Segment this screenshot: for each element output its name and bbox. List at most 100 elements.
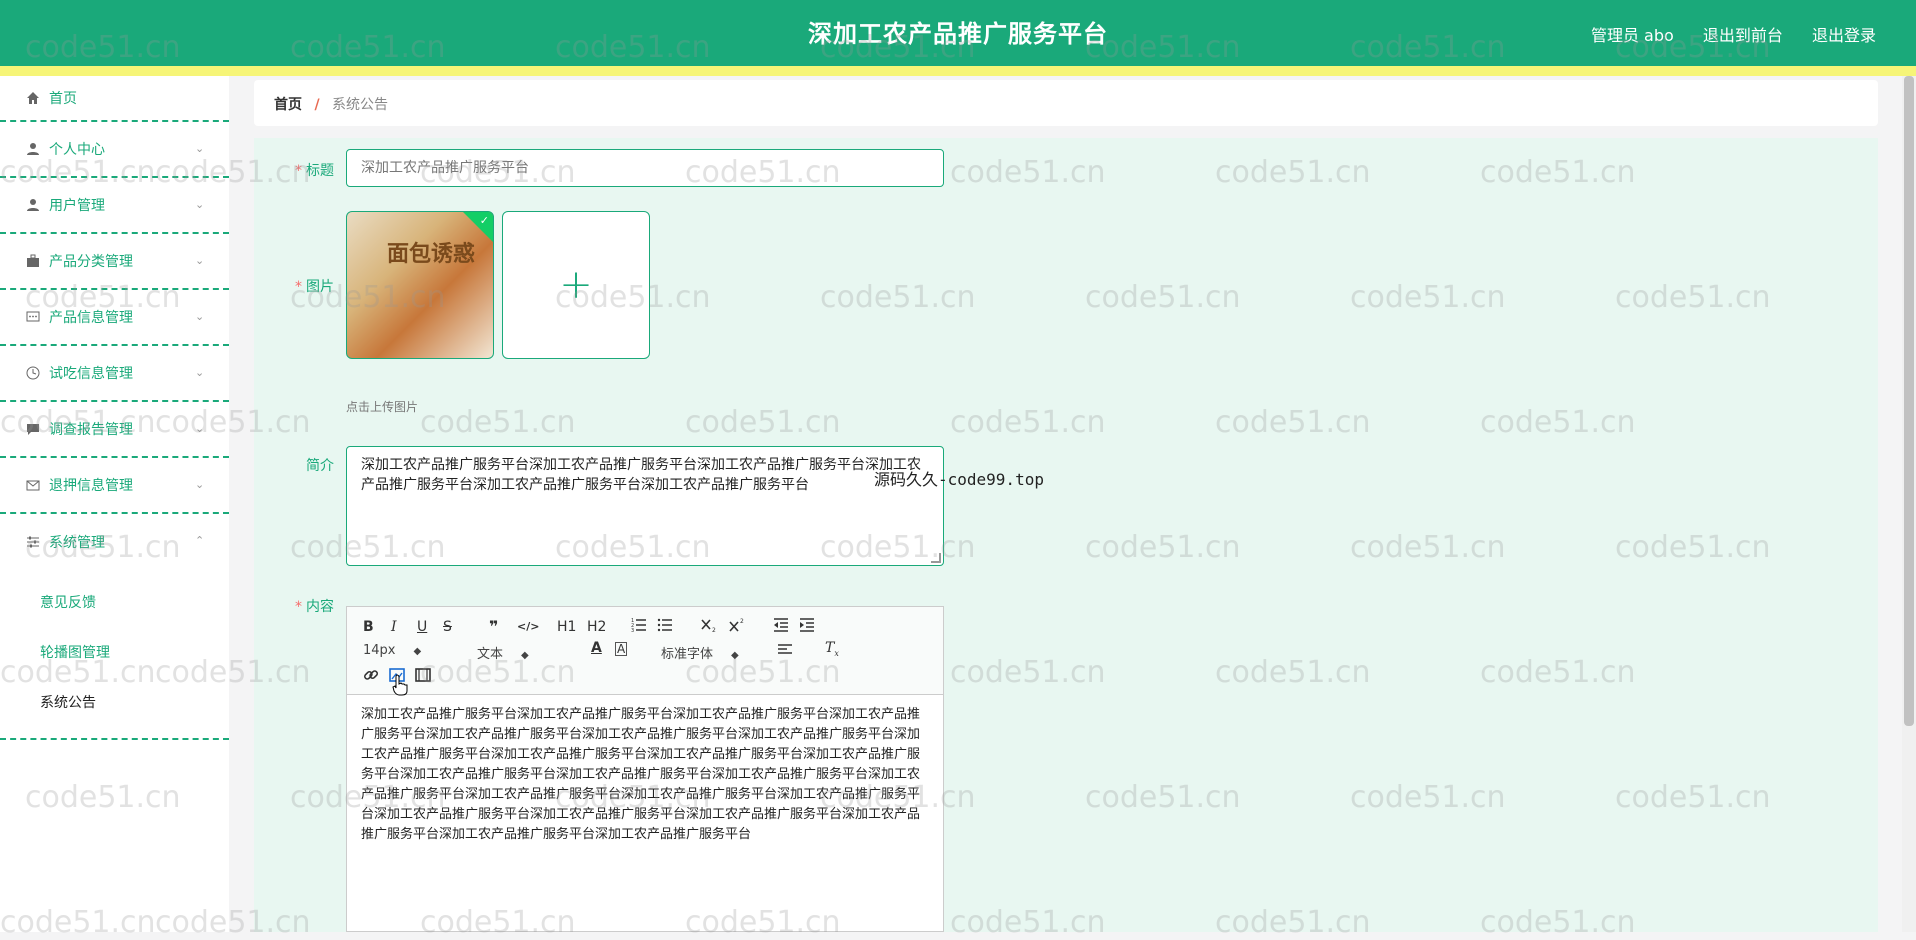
chevron-up-icon: ⌃: [195, 534, 205, 547]
intro-textarea[interactable]: 深加工农产品推广服务平台深加工农产品推广服务平台深加工农产品推广服务平台深加工农…: [346, 446, 944, 566]
sidebar-item-home[interactable]: 首页: [0, 76, 229, 122]
image-label: * 图片: [295, 279, 334, 295]
blockquote-button[interactable]: ❞: [489, 617, 498, 636]
sidebar-item-profile[interactable]: 个人中心 ⌄: [0, 122, 229, 178]
breadcrumb-home[interactable]: 首页: [274, 97, 302, 113]
rich-text-editor[interactable]: B I U S ❞ </> H1 H2 123 2 2 14px ◆ 文本 ◆ A …: [346, 606, 944, 932]
top-header: 深加工农产品推广服务平台 管理员 abo 退出到前台 退出登录: [0, 0, 1916, 66]
sidebar-subitem-feedback[interactable]: 意见反馈: [0, 578, 229, 628]
select-arrow-icon: ◆: [413, 646, 422, 657]
title-input[interactable]: 深加工农产品推广服务平台: [346, 149, 944, 187]
sidebar-item-product-info[interactable]: 产品信息管理 ⌄: [0, 290, 229, 346]
resize-handle-icon[interactable]: [931, 553, 941, 563]
hand-cursor-icon: [392, 674, 408, 696]
upload-hint: 点击上传图片: [346, 400, 419, 414]
breadcrumb-current: 系统公告: [332, 97, 389, 113]
exit-to-front-link[interactable]: 退出到前台: [1703, 26, 1783, 45]
sidebar: 首页 个人中心 ⌄ 用户管理 ⌄ 产品分类管理 ⌄ 产品信息管理 ⌄ 试吃信息管…: [0, 76, 229, 932]
chevron-down-icon: ⌄: [195, 366, 205, 379]
content-label: * 内容: [295, 599, 334, 615]
sidebar-subitem-announcement[interactable]: 系统公告: [0, 678, 229, 728]
clock-icon: [25, 365, 41, 381]
message-icon: [25, 309, 41, 325]
sidebar-item-tasting-info[interactable]: 试吃信息管理 ⌄: [0, 346, 229, 402]
overlay-text: 源码久久-code99.top: [874, 470, 1044, 489]
select-arrow-icon: ◆: [731, 650, 739, 661]
home-icon: [25, 90, 41, 106]
chat-icon: [25, 421, 41, 437]
sidebar-item-label: 退押信息管理: [49, 478, 133, 494]
sidebar-item-label: 调查报告管理: [49, 422, 133, 438]
editor-content[interactable]: 深加工农产品推广服务平台深加工农产品推广服务平台深加工农产品推广服务平台深加工农…: [347, 695, 943, 855]
chevron-down-icon: ⌄: [195, 478, 205, 491]
uploaded-image-thumbnail[interactable]: 面包诱惑 ✓: [346, 211, 494, 359]
video-insert-icon[interactable]: [415, 667, 431, 687]
font-color-icon[interactable]: A: [591, 640, 602, 656]
bold-button[interactable]: B: [363, 619, 374, 635]
intro-label: 简介: [306, 458, 334, 474]
indent-icon[interactable]: [799, 617, 815, 637]
sidebar-item-label: 试吃信息管理: [49, 366, 133, 382]
chevron-down-icon: ⌄: [195, 254, 205, 267]
page-scrollbar-thumb[interactable]: [1904, 76, 1914, 726]
sidebar-item-users[interactable]: 用户管理 ⌄: [0, 178, 229, 234]
sidebar-item-label: 产品分类管理: [49, 254, 133, 270]
strike-button[interactable]: S: [443, 619, 452, 635]
superscript-icon[interactable]: 2: [729, 617, 747, 637]
svg-text:3: 3: [631, 628, 634, 633]
settings-icon: [25, 534, 41, 550]
intro-text: 深加工农产品推广服务平台深加工农产品推广服务平台深加工农产品推广服务平台深加工农…: [361, 457, 921, 493]
ordered-list-icon[interactable]: 123: [631, 617, 647, 637]
sidebar-item-survey-report[interactable]: 调查报告管理 ⌄: [0, 402, 229, 458]
header2-button[interactable]: H2: [587, 619, 606, 635]
header-accent-strip: [0, 66, 1916, 76]
code-block-button[interactable]: </>: [517, 620, 539, 633]
title-label: * 标题: [295, 163, 334, 179]
editor-toolbar: B I U S ❞ </> H1 H2 123 2 2 14px ◆ 文本 ◆ A …: [347, 607, 943, 695]
chevron-down-icon: ⌄: [195, 142, 205, 155]
image-upload-button[interactable]: +: [502, 211, 650, 359]
select-arrow-icon: ◆: [521, 650, 529, 661]
check-icon: ✓: [479, 214, 489, 227]
underline-button[interactable]: U: [417, 619, 427, 635]
svg-text:2: 2: [740, 618, 744, 625]
bullet-list-icon[interactable]: [657, 617, 673, 637]
sidebar-item-product-category[interactable]: 产品分类管理 ⌄: [0, 234, 229, 290]
mail-icon: [25, 477, 41, 493]
thumbnail-text: 面包诱惑: [387, 242, 476, 267]
sidebar-item-label: 个人中心: [49, 142, 105, 158]
logout-link[interactable]: 退出登录: [1812, 26, 1876, 45]
user-icon: [25, 141, 41, 157]
system-submenu: 意见反馈 轮播图管理 系统公告: [0, 570, 229, 740]
font-family-select[interactable]: 标准字体 ◆: [661, 643, 739, 662]
sidebar-item-refund-info[interactable]: 退押信息管理 ⌄: [0, 458, 229, 514]
chevron-down-icon: ⌄: [195, 310, 205, 323]
sidebar-item-label: 用户管理: [49, 198, 105, 214]
font-size-select[interactable]: 14px ◆: [363, 643, 421, 658]
user-icon: [25, 197, 41, 213]
background-color-icon[interactable]: A: [615, 642, 628, 656]
sidebar-item-system[interactable]: 系统管理 ⌃: [0, 514, 229, 570]
sidebar-item-label: 首页: [49, 91, 77, 107]
sidebar-subitem-carousel[interactable]: 轮播图管理: [0, 628, 229, 678]
italic-button[interactable]: I: [391, 619, 397, 635]
sidebar-item-label: 系统管理: [49, 535, 105, 551]
current-user: 管理员 abo: [1590, 26, 1674, 45]
subscript-icon[interactable]: 2: [701, 617, 719, 637]
align-icon[interactable]: [777, 641, 793, 661]
chevron-down-icon: ⌄: [195, 198, 205, 211]
plus-icon: +: [559, 262, 593, 308]
sidebar-item-label: 产品信息管理: [49, 310, 133, 326]
header-links: 管理员 abo 退出到前台 退出登录: [1567, 22, 1876, 46]
outdent-icon[interactable]: [773, 617, 789, 637]
breadcrumb: 首页 / 系统公告: [274, 94, 388, 114]
svg-text:2: 2: [712, 627, 716, 633]
header-select[interactable]: 文本 ◆: [477, 643, 529, 662]
chevron-down-icon: ⌄: [195, 422, 205, 435]
link-icon[interactable]: [363, 667, 379, 687]
briefcase-icon: [25, 253, 41, 269]
clear-format-icon[interactable]: Tx: [825, 640, 839, 658]
breadcrumb-separator: /: [314, 97, 320, 113]
header1-button[interactable]: H1: [557, 619, 576, 635]
breadcrumb-bar: 首页 / 系统公告: [254, 80, 1878, 126]
